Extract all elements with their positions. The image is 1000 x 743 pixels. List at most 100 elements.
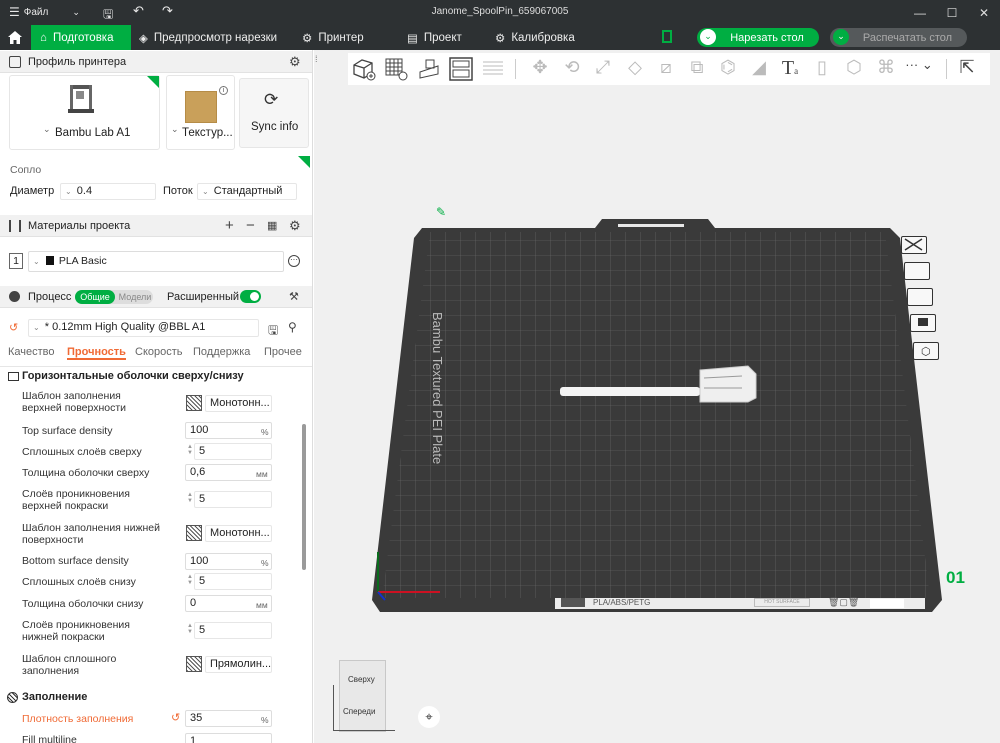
rotate-icon[interactable]: ⟲: [560, 57, 584, 81]
plate-number: 01: [946, 568, 965, 587]
flow-label: Поток: [163, 185, 193, 197]
more-tools-icon[interactable]: ··· ⌄: [904, 57, 934, 81]
seam-icon[interactable]: ⌘: [874, 57, 898, 81]
export-icon[interactable]: ⇱: [955, 57, 979, 81]
search-icon[interactable]: ⚲: [288, 320, 297, 334]
process-scope-toggle[interactable]: Общие Модели: [75, 290, 153, 304]
printer-settings-icon[interactable]: ⚙: [289, 54, 301, 70]
bottom-density-input[interactable]: 100: [185, 553, 272, 570]
close-plate-icon[interactable]: [901, 236, 927, 254]
bottom-paint-layers-input[interactable]: 5: [194, 622, 272, 639]
lock-plate-icon[interactable]: [910, 314, 936, 332]
text-icon[interactable]: Ta: [778, 57, 802, 81]
solid-infill-pattern-select[interactable]: Прямолин...: [205, 656, 272, 673]
preset-select[interactable]: ⌄ * 0.12mm High Quality @BBL A1: [28, 319, 259, 337]
view-cube[interactable]: Сверху Спереди: [339, 660, 386, 732]
plate-footer-icon: [561, 598, 585, 607]
slice-plate-button[interactable]: ⌄ Нарезать стол: [697, 28, 819, 47]
toggle-global[interactable]: Общие: [75, 290, 115, 304]
diameter-dropdown-icon: ⌄: [65, 187, 72, 196]
top-pattern-select[interactable]: Монотонн...: [205, 395, 272, 412]
cut-icon[interactable]: ⧄: [654, 57, 678, 81]
infill-density-input[interactable]: 35: [185, 710, 272, 727]
prepare-icon: ⌂: [40, 31, 47, 44]
flow-select[interactable]: ⌄ Стандартный: [197, 183, 297, 200]
measure-icon[interactable]: ▯: [810, 57, 834, 81]
orient-plate-icon[interactable]: [904, 262, 930, 280]
top-layers-input[interactable]: 5: [194, 443, 272, 460]
bottom-paint-spinner-icon[interactable]: ▲ ▼: [186, 623, 194, 637]
split-layers-icon[interactable]: [481, 57, 505, 81]
tab-prepare[interactable]: ⌂ Подготовка: [31, 25, 131, 50]
settings-scrollbar[interactable]: [302, 424, 306, 570]
delete-plate-icon[interactable]: 🗑▢🗑: [828, 597, 859, 608]
color-paint-icon[interactable]: ◢: [747, 57, 771, 81]
tab-quality[interactable]: Качество: [8, 346, 55, 358]
build-plate[interactable]: [370, 210, 950, 630]
plate-layout-icon[interactable]: [662, 30, 672, 43]
materials-title: Материалы проекта: [28, 220, 131, 232]
view-cube-front[interactable]: Спереди: [343, 707, 375, 716]
lay-on-face-icon[interactable]: ◇: [623, 57, 647, 81]
tab-others[interactable]: Прочее: [264, 346, 302, 358]
add-plate-icon[interactable]: [384, 57, 408, 81]
home-button[interactable]: [0, 25, 30, 50]
toggle-objects[interactable]: Модели: [117, 290, 153, 304]
tab-preview[interactable]: ◈ Предпросмотр нарезки: [139, 25, 277, 50]
filament-select[interactable]: ⌄ PLA Basic: [28, 251, 284, 272]
top-paint-layers-label: Слоёв проникновения верхней покраски: [22, 488, 130, 512]
filament-settings-icon[interactable]: ⚙: [289, 218, 301, 234]
remove-filament-icon[interactable]: −: [246, 217, 255, 234]
advanced-toggle[interactable]: [240, 290, 261, 303]
save-preset-icon[interactable]: 🖫: [268, 321, 278, 342]
arrange-plate-icon[interactable]: [907, 288, 933, 306]
close-button[interactable]: ✕: [968, 0, 1000, 25]
top-density-input[interactable]: 100: [185, 422, 272, 439]
scale-icon[interactable]: ⤢: [591, 57, 615, 81]
arrange-icon[interactable]: [449, 57, 473, 81]
tab-project[interactable]: ▤ Проект: [407, 25, 462, 50]
minimize-button[interactable]: —: [904, 0, 936, 25]
move-icon[interactable]: ✥: [528, 57, 552, 81]
bottom-pattern-select[interactable]: Монотонн...: [205, 525, 272, 542]
infill-density-reset-icon[interactable]: ↺: [171, 711, 180, 724]
print-plate-button[interactable]: ⌄ Распечатать стол: [830, 28, 967, 47]
top-paint-spinner-icon[interactable]: ▲ ▼: [186, 492, 194, 506]
plate-settings-icon[interactable]: ⬡: [913, 342, 939, 360]
fill-multiline-input[interactable]: 1: [185, 733, 272, 743]
diameter-select[interactable]: ⌄ 0.4: [60, 183, 156, 200]
compare-icon[interactable]: ⚒: [289, 290, 299, 303]
tab-calibration[interactable]: ⚙ Калибровка: [495, 25, 575, 50]
plate-card[interactable]: i ⌄ Текстур...: [166, 75, 235, 150]
tab-prepare-label: Подготовка: [52, 31, 114, 44]
cross-icon: [904, 238, 923, 251]
printer-card[interactable]: ⌄ Bambu Lab A1: [9, 75, 160, 150]
add-filament-icon[interactable]: +: [225, 217, 234, 234]
boolean-icon[interactable]: ⧉: [685, 57, 709, 81]
info-icon[interactable]: i: [219, 86, 228, 95]
print-dropdown-icon: ⌄: [833, 29, 849, 45]
bottom-layers-input[interactable]: 5: [194, 573, 272, 590]
assembly-icon[interactable]: ⬡: [842, 57, 866, 81]
top-thickness-label: Толщина оболочки сверху: [22, 467, 150, 479]
view-cube-top[interactable]: Сверху: [348, 675, 375, 684]
bottom-layers-spinner-icon[interactable]: ▲ ▼: [186, 574, 194, 588]
preset-reset-icon[interactable]: ↺: [9, 321, 18, 334]
print-plate-label: Распечатать стол: [862, 31, 953, 44]
support-paint-icon[interactable]: ⌬: [716, 57, 740, 81]
top-layers-spinner-icon[interactable]: ▲ ▼: [186, 444, 194, 458]
tab-speed[interactable]: Скорость: [135, 346, 183, 358]
tab-printer[interactable]: ⚙ Принтер: [302, 25, 364, 50]
filament-more-icon[interactable]: ···: [288, 255, 300, 267]
viewport-splitter-icon[interactable]: ⁞: [315, 54, 318, 64]
sync-info-button[interactable]: ⟳ Sync info: [239, 78, 309, 148]
filament-sync-icon[interactable]: ▦: [267, 219, 277, 232]
maximize-button[interactable]: ☐: [936, 0, 968, 25]
tab-preview-label: Предпросмотр нарезки: [153, 31, 278, 44]
auto-orient-icon[interactable]: [417, 57, 441, 81]
add-object-icon[interactable]: [352, 57, 376, 81]
tab-support[interactable]: Поддержка: [193, 346, 250, 358]
tab-strength[interactable]: Прочность: [67, 346, 126, 360]
top-paint-layers-input[interactable]: 5: [194, 491, 272, 508]
fit-view-icon[interactable]: ⌖: [418, 706, 440, 728]
